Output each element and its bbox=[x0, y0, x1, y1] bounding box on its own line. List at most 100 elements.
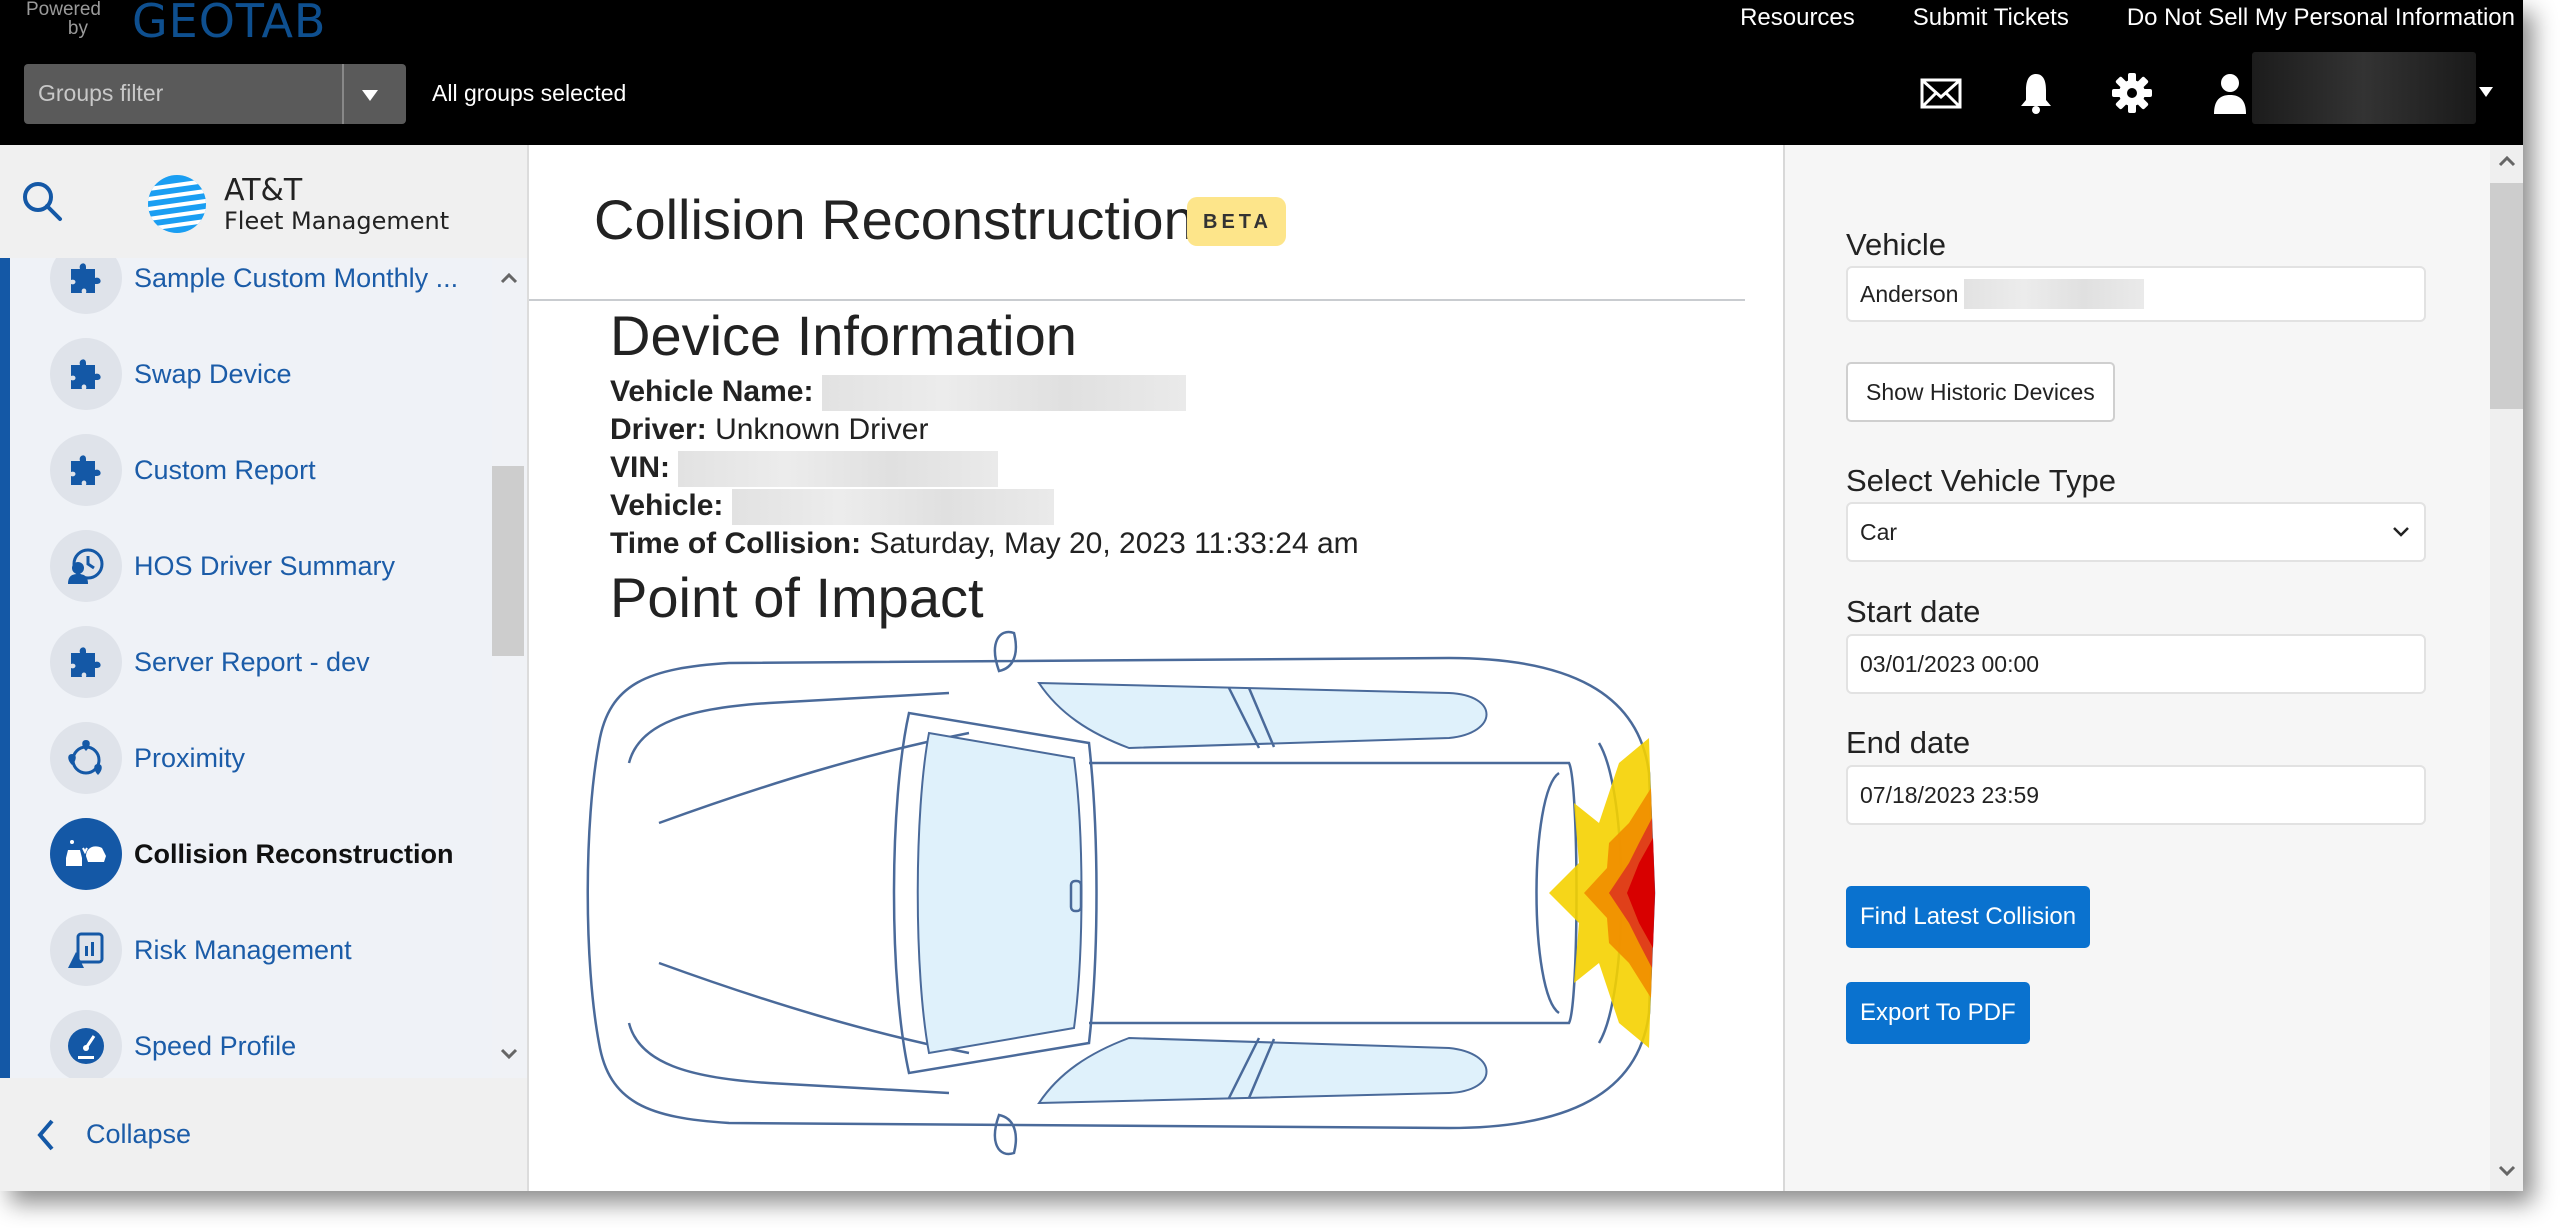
sidebar-scroll-thumb[interactable] bbox=[492, 466, 524, 656]
sidebar-item-sample-custom-monthly[interactable]: Sample Custom Monthly ... bbox=[50, 258, 490, 314]
vin-label: VIN: bbox=[610, 451, 670, 484]
sidebar-item-label: Proximity bbox=[134, 742, 246, 773]
sidebar-nav: Sample Custom Monthly ... Swap Device Cu… bbox=[0, 258, 527, 1078]
panel-scrollbar[interactable] bbox=[2490, 145, 2523, 1191]
sidebar: AT&T Fleet Management Sample Custom Mont… bbox=[0, 145, 529, 1191]
title-divider bbox=[529, 299, 1745, 301]
vehicle-label: Vehicle: bbox=[610, 489, 724, 522]
collision-icon bbox=[50, 818, 122, 890]
settings-panel: Vehicle Anderson Show Historic Devices S… bbox=[1783, 145, 2492, 1191]
driver-row: Driver: Unknown Driver bbox=[610, 411, 928, 449]
vehicle-row: Vehicle: bbox=[610, 487, 1054, 526]
vin-redacted bbox=[678, 451, 999, 488]
puzzle-icon bbox=[50, 434, 122, 506]
sidebar-item-proximity[interactable]: Proximity bbox=[50, 722, 490, 794]
main-content: Collision Reconstruction BETA Device Inf… bbox=[529, 145, 1783, 1191]
vehicle-name-row: Vehicle Name: bbox=[610, 373, 1186, 412]
point-of-impact-heading: Point of Impact bbox=[610, 566, 984, 629]
speedometer-icon bbox=[50, 1010, 122, 1078]
top-links: Resources Submit Tickets Do Not Sell My … bbox=[1682, 4, 2515, 32]
groups-filter[interactable]: Groups filter bbox=[24, 64, 406, 124]
show-historic-devices-button[interactable]: Show Historic Devices bbox=[1846, 362, 2115, 422]
vehicle-type-select[interactable]: Car bbox=[1846, 502, 2426, 562]
panel-scroll-thumb[interactable] bbox=[2490, 183, 2523, 409]
start-date-label: Start date bbox=[1846, 594, 1981, 629]
sidebar-item-custom-report[interactable]: Custom Report bbox=[50, 434, 490, 506]
scroll-down-icon[interactable] bbox=[2498, 1165, 2516, 1177]
collapse-button[interactable]: Collapse bbox=[0, 1078, 527, 1191]
windshield bbox=[916, 731, 1083, 1055]
do-not-sell-link[interactable]: Do Not Sell My Personal Information bbox=[2127, 4, 2515, 32]
mirror-top bbox=[993, 630, 1018, 673]
resources-link[interactable]: Resources bbox=[1740, 4, 1855, 32]
search-icon[interactable] bbox=[20, 179, 66, 225]
time-of-collision-value: Saturday, May 20, 2023 11:33:24 am bbox=[869, 527, 1359, 560]
vin-row: VIN: bbox=[610, 449, 999, 488]
chevron-left-icon bbox=[37, 1119, 54, 1150]
sidebar-header: AT&T Fleet Management bbox=[0, 145, 527, 258]
sidebar-item-hos-driver-summary[interactable]: HOS Driver Summary bbox=[50, 530, 490, 602]
scroll-up-icon[interactable] bbox=[2498, 155, 2516, 167]
gear-icon[interactable] bbox=[2109, 70, 2155, 116]
groups-filter-placeholder: Groups filter bbox=[38, 80, 164, 106]
start-date-input[interactable]: 03/01/2023 00:00 bbox=[1846, 634, 2426, 694]
app-window: Powered by GEOTAB Resources Submit Ticke… bbox=[0, 0, 2523, 1191]
end-date-label: End date bbox=[1846, 725, 1971, 760]
collapse-label: Collapse bbox=[86, 1119, 192, 1149]
sidebar-item-label: HOS Driver Summary bbox=[134, 550, 396, 581]
find-latest-collision-button[interactable]: Find Latest Collision bbox=[1846, 886, 2091, 948]
sidebar-item-label: Speed Profile bbox=[134, 1030, 297, 1061]
beta-badge: BETA bbox=[1187, 197, 1286, 246]
side-window-bottom bbox=[1037, 1036, 1488, 1105]
brand-name: AT&T bbox=[224, 173, 303, 208]
groups-status: All groups selected bbox=[432, 80, 627, 106]
scroll-up-icon[interactable] bbox=[500, 272, 518, 284]
end-date-value: 07/18/2023 23:59 bbox=[1860, 781, 2040, 808]
vehicle-redacted bbox=[731, 489, 1054, 526]
sidebar-item-swap-device[interactable]: Swap Device bbox=[50, 338, 490, 410]
proximity-icon bbox=[50, 722, 122, 794]
submit-tickets-link[interactable]: Submit Tickets bbox=[1913, 4, 2069, 32]
risk-report-icon bbox=[50, 914, 122, 986]
scroll-down-icon[interactable] bbox=[500, 1048, 518, 1060]
time-of-collision-label: Time of Collision: bbox=[610, 527, 862, 560]
puzzle-icon bbox=[50, 258, 122, 314]
vehicle-label: Vehicle bbox=[1846, 227, 1946, 262]
chevron-down-icon bbox=[2393, 527, 2409, 537]
sidebar-item-label: Server Report - dev bbox=[134, 646, 370, 677]
top-header: Powered by GEOTAB Resources Submit Ticke… bbox=[0, 0, 2523, 145]
geotab-logo[interactable]: GEOTAB bbox=[132, 0, 326, 48]
vehicle-name-label: Vehicle Name: bbox=[610, 375, 814, 408]
user-icon[interactable] bbox=[2207, 70, 2253, 116]
mail-icon[interactable] bbox=[1918, 70, 1964, 116]
sidebar-item-label: Custom Report bbox=[134, 454, 316, 485]
vehicle-input-value: Anderson bbox=[1860, 280, 1959, 307]
device-info-heading: Device Information bbox=[610, 304, 1077, 367]
export-to-pdf-button[interactable]: Export To PDF bbox=[1846, 982, 2030, 1044]
sidebar-item-server-report-dev[interactable]: Server Report - dev bbox=[50, 626, 490, 698]
sidebar-scrollbar[interactable] bbox=[492, 258, 527, 1078]
sidebar-item-risk-management[interactable]: Risk Management bbox=[50, 914, 490, 986]
impact-zone bbox=[1549, 738, 1655, 1048]
vehicle-input[interactable]: Anderson bbox=[1846, 266, 2426, 322]
groups-filter-dropdown-icon[interactable] bbox=[362, 90, 378, 101]
sidebar-item-label: Sample Custom Monthly ... bbox=[134, 262, 459, 293]
puzzle-icon bbox=[50, 626, 122, 698]
time-of-collision-row: Time of Collision: Saturday, May 20, 202… bbox=[610, 525, 1359, 563]
powered-by-text: Powered by bbox=[26, 0, 101, 39]
user-name-redacted[interactable] bbox=[2252, 52, 2476, 124]
puzzle-icon bbox=[50, 338, 122, 410]
start-date-value: 03/01/2023 00:00 bbox=[1860, 650, 2040, 677]
car-impact-diagram bbox=[586, 630, 1656, 1156]
bell-icon[interactable] bbox=[2013, 70, 2059, 116]
sidebar-item-label: Collision Reconstruction bbox=[134, 838, 454, 869]
driver-value: Unknown Driver bbox=[715, 413, 929, 446]
mirror-bottom bbox=[993, 1113, 1018, 1156]
att-globe-logo-icon bbox=[148, 175, 206, 233]
sidebar-item-collision-reconstruction[interactable]: Collision Reconstruction bbox=[50, 818, 490, 890]
user-menu-chevron-icon[interactable] bbox=[2479, 87, 2493, 97]
end-date-input[interactable]: 07/18/2023 23:59 bbox=[1846, 765, 2426, 825]
sidebar-item-speed-profile[interactable]: Speed Profile bbox=[50, 1010, 490, 1078]
vehicle-input-redacted bbox=[1964, 279, 2145, 309]
driver-label: Driver: bbox=[610, 413, 707, 446]
